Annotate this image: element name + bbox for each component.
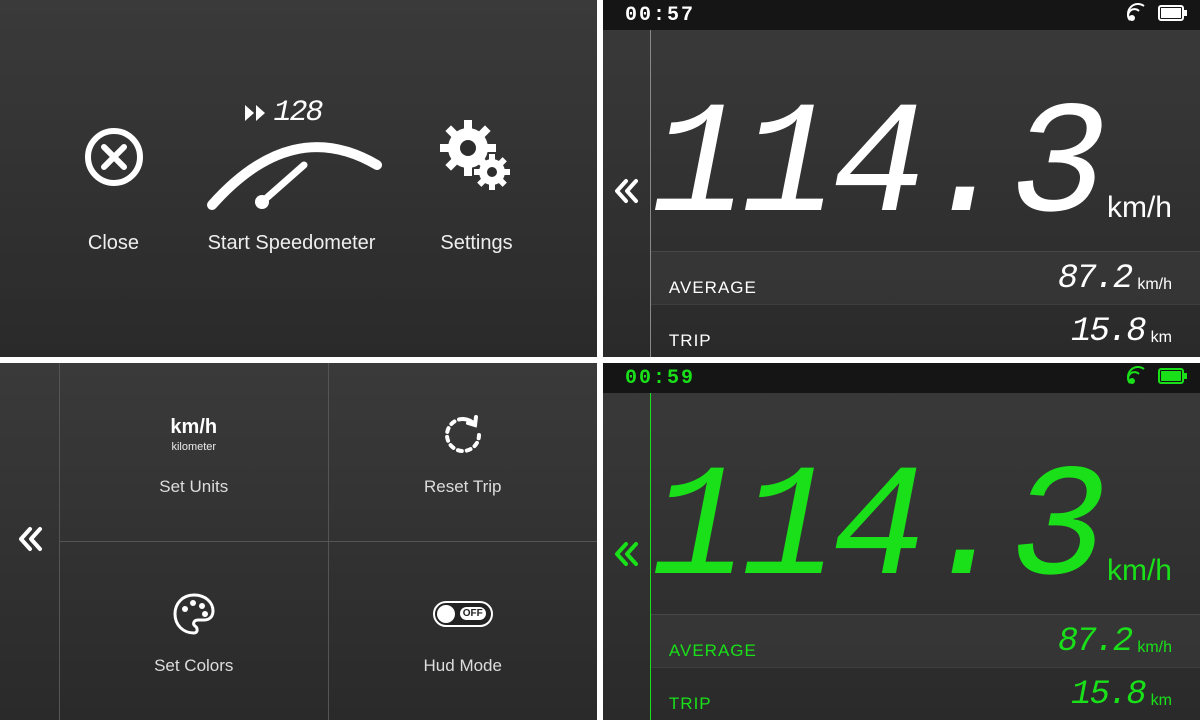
average-unit: km/h xyxy=(1137,639,1172,657)
start-speedometer-button[interactable]: 128 Start Speedometer xyxy=(202,102,382,255)
back-button[interactable] xyxy=(612,177,640,210)
close-label: Close xyxy=(88,232,139,255)
clock-time: 00:57 xyxy=(625,4,695,27)
settings-panel: km/h kilometer Set Units Reset Trip xyxy=(0,363,597,720)
average-row: AVERAGE 87.2 km/h xyxy=(651,251,1200,304)
status-bar: 00:57 xyxy=(603,0,1200,30)
start-speedometer-label: Start Speedometer xyxy=(208,232,376,255)
speedometer-white-panel: 00:57 114.3 km/h xyxy=(603,0,1200,357)
palette-icon xyxy=(171,586,217,642)
satellite-icon xyxy=(1126,365,1148,392)
average-label: AVERAGE xyxy=(669,641,757,661)
hud-mode-button[interactable]: OFF Hud Mode xyxy=(329,542,598,720)
speedometer-icon: 128 xyxy=(202,102,382,212)
current-speed: 114.3 xyxy=(651,460,1101,604)
back-button[interactable] xyxy=(16,525,44,558)
set-units-label: Set Units xyxy=(159,477,228,497)
battery-icon xyxy=(1158,5,1188,26)
average-unit: km/h xyxy=(1137,276,1172,294)
gauge-value: 128 xyxy=(274,96,322,130)
settings-label: Settings xyxy=(440,232,512,255)
toggle-off-icon: OFF xyxy=(433,586,493,642)
set-colors-button[interactable]: Set Colors xyxy=(60,542,329,720)
average-label: AVERAGE xyxy=(669,278,757,298)
settings-button[interactable]: Settings xyxy=(438,102,516,255)
trip-value: 15.8 xyxy=(1071,676,1145,714)
current-speed: 114.3 xyxy=(651,97,1101,241)
trip-row: TRIP 15.8 km xyxy=(651,667,1200,720)
speedometer-green-panel: 00:59 114.3 km/h xyxy=(603,363,1200,720)
hud-mode-label: Hud Mode xyxy=(424,656,502,676)
close-icon xyxy=(82,102,146,212)
main-menu-panel: Close 128 Start Speedometer xyxy=(0,0,597,357)
average-row: AVERAGE 87.2 km/h xyxy=(651,614,1200,667)
speed-unit: km/h xyxy=(1107,191,1172,225)
satellite-icon xyxy=(1126,2,1148,29)
units-icon: km/h kilometer xyxy=(170,407,217,463)
trip-label: TRIP xyxy=(669,331,712,351)
close-button[interactable]: Close xyxy=(82,102,146,255)
average-value: 87.2 xyxy=(1058,260,1132,298)
battery-icon xyxy=(1158,368,1188,389)
reset-trip-button[interactable]: Reset Trip xyxy=(329,363,598,542)
back-button[interactable] xyxy=(612,540,640,573)
gear-icon xyxy=(438,102,516,212)
average-value: 87.2 xyxy=(1058,623,1132,661)
trip-unit: km xyxy=(1151,692,1172,710)
trip-row: TRIP 15.8 km xyxy=(651,304,1200,357)
trip-unit: km xyxy=(1151,329,1172,347)
speed-unit: km/h xyxy=(1107,554,1172,588)
trip-label: TRIP xyxy=(669,694,712,714)
reset-trip-label: Reset Trip xyxy=(424,477,501,497)
clock-time: 00:59 xyxy=(625,367,695,390)
set-units-button[interactable]: km/h kilometer Set Units xyxy=(60,363,329,542)
trip-value: 15.8 xyxy=(1071,313,1145,351)
reset-icon xyxy=(441,407,485,463)
set-colors-label: Set Colors xyxy=(154,656,233,676)
status-bar: 00:59 xyxy=(603,363,1200,393)
